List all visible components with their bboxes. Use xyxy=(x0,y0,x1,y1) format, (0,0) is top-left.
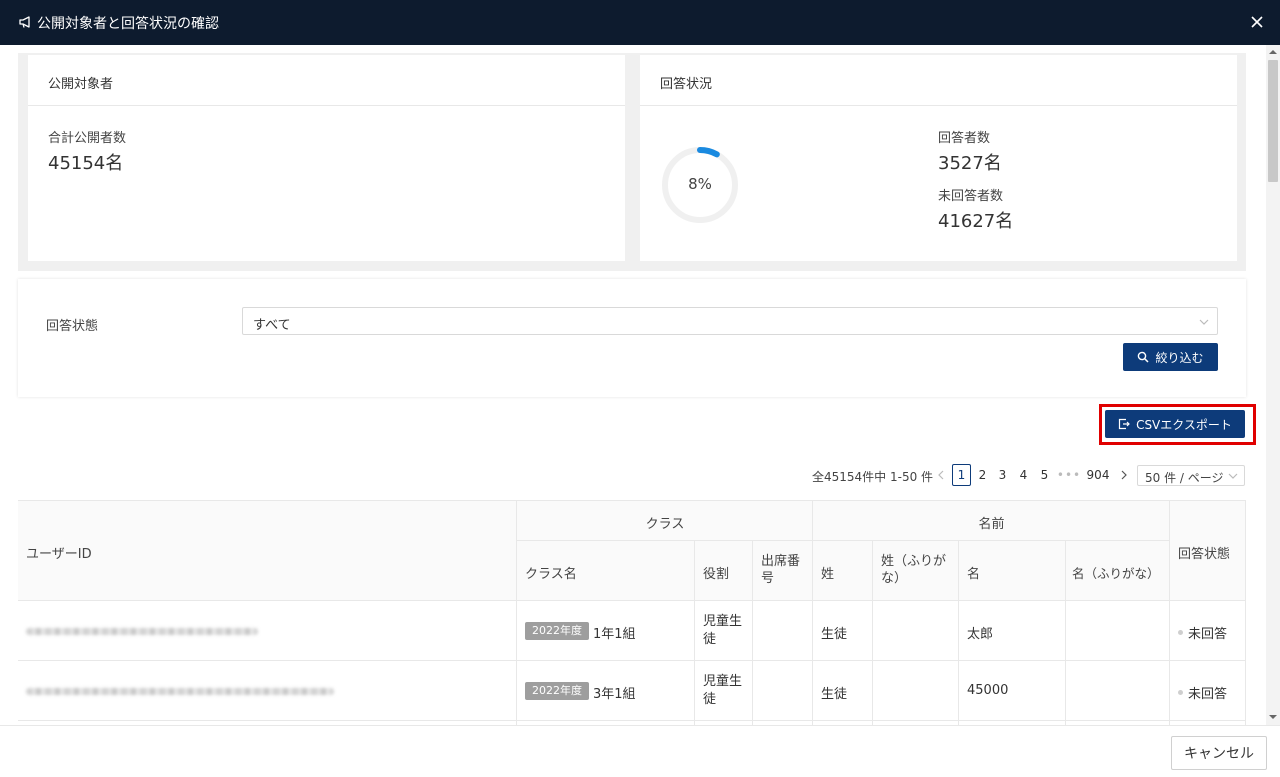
th-first-name[interactable]: 名 xyxy=(959,541,1066,601)
dialog-title: 公開対象者と回答状況の確認 xyxy=(37,16,219,32)
page-size-select[interactable]: 50 件 / ページ xyxy=(1137,465,1245,486)
th-seat-number[interactable]: 出席番号 xyxy=(753,541,813,601)
answer-status-selected: すべて xyxy=(253,318,291,333)
unanswered-value: 41627名 xyxy=(938,211,1014,232)
target-card-title: 公開対象者 xyxy=(48,77,114,92)
chevron-down-icon xyxy=(1199,319,1209,325)
csv-export-button[interactable]: CSVエクスポート xyxy=(1105,410,1245,438)
th-first-name-kana[interactable]: 名（ふりがな） xyxy=(1066,541,1170,601)
status-card: 回答状況 8% 回答者数 3527名 未回答者数 41627名 xyxy=(640,55,1237,261)
scroll-up-icon[interactable] xyxy=(1269,48,1277,56)
cancel-button[interactable]: キャンセル xyxy=(1171,736,1267,770)
table-cell-class: 2022年度 1年1組 xyxy=(517,601,695,661)
progress-percent-text: 8% xyxy=(688,175,712,193)
unanswered-label: 未回答者数 xyxy=(938,189,1004,204)
table-cell-seat xyxy=(753,661,813,721)
status-dot-icon xyxy=(1178,630,1183,635)
table-cell-last-name: 生徒 xyxy=(813,661,873,721)
answer-status-label: 回答状態 xyxy=(46,319,99,334)
blurred-user-id xyxy=(26,688,334,695)
th-role[interactable]: 役割 xyxy=(695,541,753,601)
table-cell-role: 児童生徒 xyxy=(695,661,753,721)
table-cell-first-name-kana xyxy=(1066,661,1170,721)
th-class-name[interactable]: クラス名 xyxy=(517,541,695,601)
search-icon xyxy=(1138,351,1150,363)
page-4[interactable]: 4 xyxy=(1016,464,1031,486)
dialog-content: 公開対象者 合計公開者数 45154名 回答状況 8% 回答者数 3527名 未… xyxy=(0,45,1266,725)
page-1[interactable]: 1 xyxy=(952,464,971,486)
dialog-footer xyxy=(0,725,1280,777)
megaphone-icon xyxy=(19,16,30,28)
table-cell-status: 未回答 xyxy=(1170,601,1246,661)
table-cell-last-name-kana xyxy=(873,661,959,721)
scroll-down-icon[interactable] xyxy=(1269,713,1277,721)
table-cell-role: 児童生徒 xyxy=(695,601,753,661)
respondent-table: ユーザーID クラス 名前 回答状態 クラス名 役割 出席番号 姓 姓（ふりがな… xyxy=(18,500,1246,725)
table-cell-first-name-kana xyxy=(1066,601,1170,661)
card-divider xyxy=(28,105,625,106)
th-user-id[interactable]: ユーザーID xyxy=(18,501,517,601)
filter-button-label: 絞り込む xyxy=(1155,350,1204,365)
filter-button[interactable]: 絞り込む xyxy=(1123,343,1218,371)
csv-export-label: CSVエクスポート xyxy=(1136,417,1232,432)
year-badge: 2022年度 xyxy=(525,682,589,700)
card-divider xyxy=(640,105,1237,106)
th-status[interactable]: 回答状態 xyxy=(1170,501,1246,601)
export-icon xyxy=(1118,418,1130,430)
page-size-value: 50 件 / ページ xyxy=(1145,471,1224,485)
year-badge: 2022年度 xyxy=(525,622,589,640)
total-published-value: 45154名 xyxy=(48,153,124,174)
filter-panel: 回答状態 すべて 絞り込む xyxy=(18,279,1246,397)
table-cell-last-name: 生徒 xyxy=(813,601,873,661)
answer-status-select[interactable]: すべて xyxy=(242,307,1218,335)
table-row-user-id xyxy=(18,661,517,721)
page-ellipsis[interactable]: ••• xyxy=(1057,464,1081,486)
answered-value: 3527名 xyxy=(938,153,1002,174)
status-card-title: 回答状況 xyxy=(660,77,713,92)
table-cell-first-name: 太郎 xyxy=(959,601,1066,661)
th-name-group: 名前 xyxy=(813,501,1170,541)
chevron-down-icon xyxy=(1228,473,1238,479)
th-class-group: クラス xyxy=(517,501,813,541)
th-last-name-kana[interactable]: 姓（ふりがな） xyxy=(873,541,959,601)
answered-label: 回答者数 xyxy=(938,131,991,146)
table-cell-last-name-kana xyxy=(873,601,959,661)
page-2[interactable]: 2 xyxy=(975,464,990,486)
scrollbar-thumb[interactable] xyxy=(1268,60,1278,182)
prev-page-icon[interactable] xyxy=(934,464,948,486)
table-cell-first-name: 45000 xyxy=(959,661,1066,721)
table-cell-status: 未回答 xyxy=(1170,661,1246,721)
status-dot-icon xyxy=(1178,690,1183,695)
total-published-label: 合計公開者数 xyxy=(48,131,127,146)
th-last-name[interactable]: 姓 xyxy=(813,541,873,601)
dialog-header: 公開対象者と回答状況の確認 xyxy=(0,0,1280,45)
table-row-user-id xyxy=(18,601,517,661)
page-3[interactable]: 3 xyxy=(995,464,1010,486)
pagination-summary: 全45154件中 1-50 件 xyxy=(812,470,934,484)
close-icon[interactable] xyxy=(1248,13,1266,31)
page-5[interactable]: 5 xyxy=(1037,464,1052,486)
blurred-user-id xyxy=(26,628,258,635)
target-card: 公開対象者 合計公開者数 45154名 xyxy=(28,55,625,261)
page-last[interactable]: 904 xyxy=(1085,464,1111,486)
next-page-icon[interactable] xyxy=(1117,464,1131,486)
table-cell-class: 2022年度 3年1組 xyxy=(517,661,695,721)
table-cell-seat xyxy=(753,601,813,661)
